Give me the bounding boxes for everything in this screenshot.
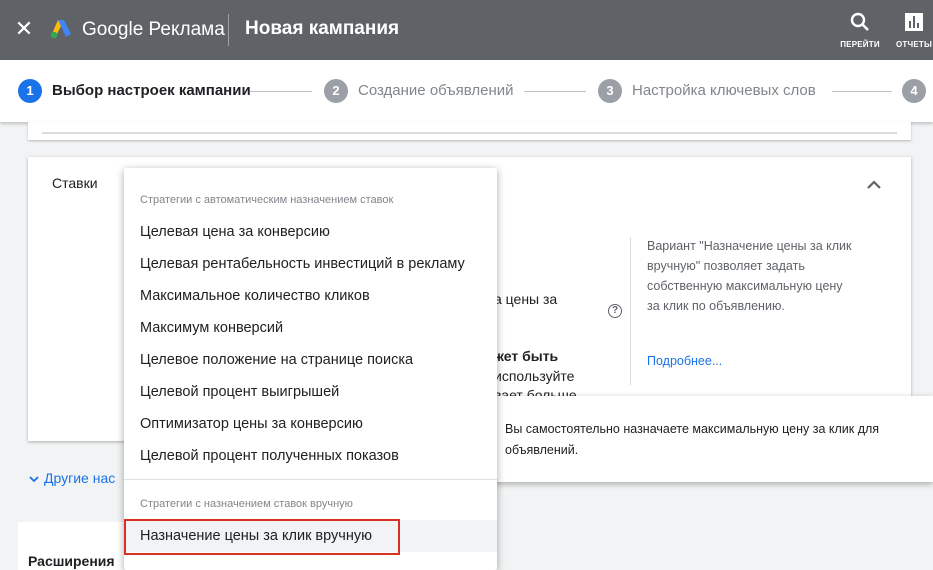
divider <box>228 14 229 46</box>
menu-divider <box>124 479 497 480</box>
step-connector <box>832 91 892 92</box>
menu-item[interactable]: Максимальное количество кликов <box>124 280 497 312</box>
section-bottom-bar <box>42 132 897 134</box>
menu-item[interactable]: Целевая цена за конверсию <box>124 216 497 248</box>
menu-item[interactable]: Оптимизатор цены за конверсию <box>124 408 497 440</box>
close-icon[interactable]: ✕ <box>12 17 36 41</box>
bid-warning-fragment: жет быть <box>494 348 559 364</box>
bid-text-fragment: а цены за <box>494 291 558 307</box>
bid-strategy-menu: Стратегии с автоматическим назначением с… <box>124 168 497 570</box>
bids-title: Ставки <box>52 175 98 191</box>
bar-chart-icon <box>905 13 923 31</box>
other-settings-toggle[interactable]: Другие нас <box>28 468 115 488</box>
menu-item[interactable]: Целевое положение на странице поиска <box>124 344 497 376</box>
step-3-number: 3 <box>598 79 622 103</box>
step-3-label[interactable]: Настройка ключевых слов <box>632 82 816 100</box>
page-title: Новая кампания <box>245 18 400 39</box>
chevron-up-icon[interactable] <box>864 175 884 195</box>
bid-strategy-description: Вариант "Назначение цены за клик вручную… <box>647 239 852 313</box>
learn-more-link[interactable]: Подробнее... <box>647 352 722 370</box>
step-1-label[interactable]: Выбор настроек кампании <box>52 82 251 100</box>
bid-text-fragment: используйте <box>494 368 575 384</box>
menu-item[interactable]: Целевой процент выигрышей <box>124 376 497 408</box>
search-icon <box>850 12 869 31</box>
menu-section-header: Стратегии с назначением ставок вручную <box>140 498 353 510</box>
step-4-number: 4 <box>902 79 926 103</box>
step-2-label[interactable]: Создание объявлений <box>358 82 514 100</box>
chevron-down-icon <box>29 476 39 483</box>
extensions-label: Расширения <box>28 553 115 569</box>
goto-label: ПЕРЕЙТИ <box>840 40 880 49</box>
google-ads-logo <box>50 20 71 39</box>
tooltip-text: Вы самостоятельно назначаете максимальну… <box>505 422 880 457</box>
campaign-stepper: 1 Выбор настроек кампании 2 Создание объ… <box>0 60 933 122</box>
menu-item-label: Назначение цены за клик вручную <box>140 528 372 544</box>
menu-section-header: Стратегии с автоматическим назначением с… <box>140 194 394 206</box>
goto-button[interactable]: ПЕРЕЙТИ <box>838 10 882 52</box>
brand-name: Google Реклама <box>82 19 225 40</box>
side-divider <box>630 237 631 385</box>
menu-item[interactable]: Максимум конверсий <box>124 312 497 344</box>
tooltip: Вы самостоятельно назначаете максимальну… <box>480 396 933 482</box>
top-app-bar: ✕ Google Реклама Новая кампания ПЕРЕЙТИ … <box>0 0 933 60</box>
other-settings-label: Другие нас <box>44 470 116 486</box>
step-connector <box>250 91 312 92</box>
menu-item[interactable]: Целевая рентабельность инвестиций в рекл… <box>124 248 497 280</box>
step-1-number: 1 <box>18 79 42 103</box>
menu-item-manual-cpc[interactable]: Назначение цены за клик вручную <box>124 519 497 555</box>
previous-section-card <box>28 122 911 140</box>
reports-button[interactable]: ОТЧЕТЫ <box>892 10 933 52</box>
step-connector <box>524 91 586 92</box>
reports-label: ОТЧЕТЫ <box>896 40 932 49</box>
help-icon[interactable]: ? <box>608 304 622 318</box>
step-2-number: 2 <box>324 79 348 103</box>
menu-item[interactable]: Целевой процент полученных показов <box>124 440 497 472</box>
